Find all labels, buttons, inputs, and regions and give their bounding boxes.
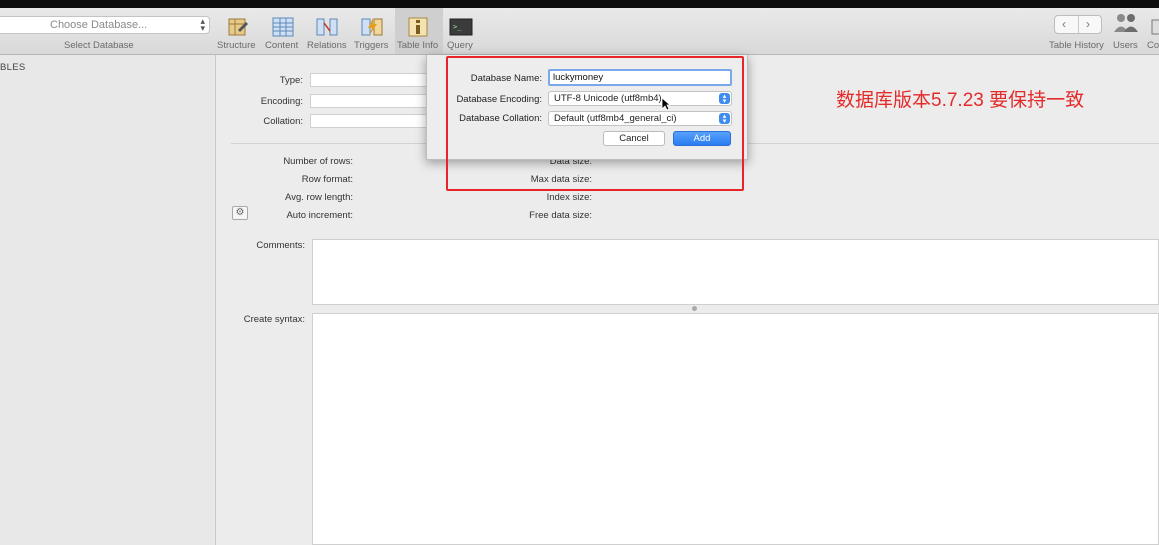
row-format-label: Row format: [301,174,353,185]
resize-grip-icon[interactable] [692,306,697,311]
encoding-label: Encoding: [260,96,303,107]
tab-structure[interactable]: Structure [217,40,256,51]
create-syntax-textarea[interactable] [312,313,1159,545]
comments-textarea[interactable] [312,239,1159,305]
window-top-edge [0,0,1159,8]
index-size-label: Index size: [546,192,592,203]
history-nav: ‹ › [1054,15,1102,34]
highlight-box [446,56,744,191]
type-label: Type: [279,75,303,86]
database-select-label: Select Database [64,40,134,51]
tab-table-info[interactable]: Table Info [397,40,438,51]
tab-relations[interactable]: Relations [307,40,347,51]
table-info-icon[interactable] [406,16,430,38]
console-label: Co [1147,40,1159,51]
avg-row-length-label: Avg. row length: [285,192,353,203]
collation-label: Collation: [263,116,303,127]
triggers-icon[interactable] [360,16,384,38]
database-select-placeholder: Choose Database... [50,19,148,31]
gear-icon[interactable]: ⚙ [232,206,248,220]
users-label: Users [1113,40,1138,51]
content-icon[interactable] [271,16,295,38]
tab-content[interactable]: Content [265,40,298,51]
encoding-field [310,94,430,108]
console-icon[interactable] [1151,16,1159,38]
tab-triggers[interactable]: Triggers [354,40,389,51]
toolbar: Choose Database... ▴ ▾ Select Database St… [0,8,1159,55]
tab-query[interactable]: Query [447,40,473,51]
users-icon[interactable] [1112,12,1142,34]
select-arrows-icon: ▴ ▾ [200,16,205,33]
svg-text:>_: >_ [453,23,462,31]
comments-label: Comments: [256,240,305,251]
sidebar-header: BLES [0,62,26,73]
create-syntax-label: Create syntax: [243,314,305,325]
forward-icon[interactable]: › [1086,17,1090,31]
type-field [310,73,430,87]
structure-icon[interactable] [226,16,250,38]
sidebar: BLES [0,55,216,545]
annotation-text: 数据库版本5.7.23 要保持一致 [836,90,1085,111]
database-select[interactable]: Choose Database... ▴ ▾ [0,16,210,34]
free-data-size-label: Free data size: [529,210,592,221]
back-icon[interactable]: ‹ [1062,17,1066,31]
query-icon[interactable]: >_ [449,16,473,38]
collation-field [310,114,430,128]
auto-increment-label: Auto increment: [286,210,353,221]
table-history-label: Table History [1049,40,1104,51]
number-of-rows-label: Number of rows: [283,156,353,167]
relations-icon[interactable] [315,16,339,38]
